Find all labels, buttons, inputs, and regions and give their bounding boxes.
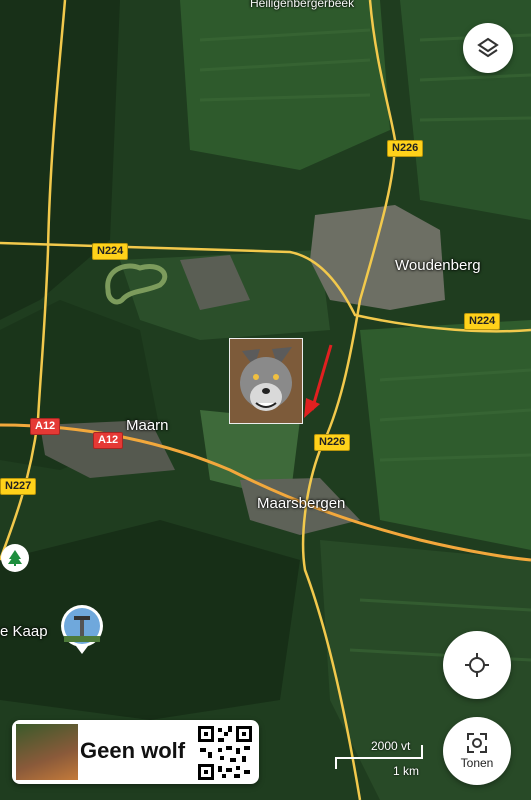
- road-shield-n224-west: N224: [92, 243, 129, 260]
- place-label-kaap[interactable]: e Kaap: [0, 623, 48, 640]
- overlay-photo: [16, 724, 78, 780]
- my-location-button[interactable]: [443, 631, 511, 699]
- place-label-maarn[interactable]: Maarn: [126, 417, 169, 434]
- lens-icon: [467, 733, 487, 753]
- my-location-icon: [465, 653, 489, 677]
- photo-pin[interactable]: [60, 604, 104, 654]
- road-shield-n226-north: N226: [387, 140, 424, 157]
- road-shield-n226-south: N226: [314, 434, 351, 451]
- road-shield-a12-mid: A12: [93, 432, 124, 449]
- scale-imperial: 2000 vt: [371, 739, 411, 753]
- lens-button[interactable]: Tonen: [443, 717, 511, 785]
- qr-code-icon: [196, 724, 254, 782]
- layers-button[interactable]: [463, 23, 513, 73]
- park-pin-icon[interactable]: [1, 544, 29, 572]
- lens-button-label: Tonen: [460, 756, 494, 770]
- place-label-maarsbergen[interactable]: Maarsbergen: [257, 495, 345, 512]
- scale-bar-right: [421, 745, 423, 759]
- road-shield-n224-east: N224: [464, 313, 501, 330]
- road-shield-n227: N227: [0, 478, 37, 495]
- overlay-card: Geen wolf: [12, 720, 259, 784]
- scale-metric: 1 km: [393, 764, 420, 778]
- road-shield-a12-west: A12: [30, 418, 61, 435]
- layers-icon: [477, 37, 499, 58]
- place-label-heiligenbergerbeek: Heiligenbergerbeek: [250, 0, 355, 10]
- overlay-caption: Geen wolf: [80, 738, 186, 763]
- place-label-woudenberg[interactable]: Woudenberg: [395, 257, 481, 274]
- wolf-image: [229, 338, 303, 424]
